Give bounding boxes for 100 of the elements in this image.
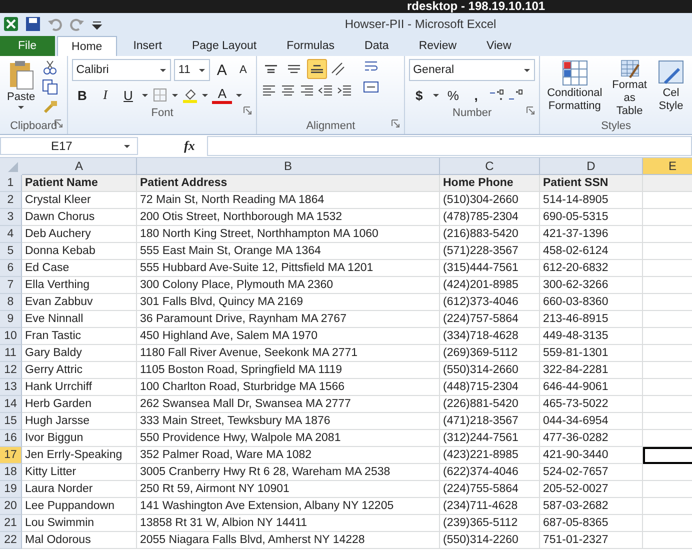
percent-button[interactable]: % [443, 85, 464, 105]
increase-decimal-icon [489, 87, 506, 103]
dialog-launcher-icon[interactable] [243, 106, 252, 115]
style-gallery-icon [657, 59, 685, 87]
dialog-launcher-icon[interactable] [391, 119, 400, 128]
styles-button[interactable]: Format as Table [609, 59, 650, 118]
table-cell: Donna Kebab [22, 243, 137, 260]
table-cell: 352 Palmer Road, Ware MA 1082 [137, 447, 440, 464]
row-header[interactable]: 14 [0, 396, 22, 413]
column-header[interactable]: E [643, 158, 692, 175]
table-cell: Laura Norder [22, 481, 137, 498]
number-format-dropdown[interactable]: General [409, 59, 536, 81]
group-label: Styles [601, 120, 632, 132]
row-header[interactable]: 18 [0, 464, 22, 481]
row-header[interactable]: 11 [0, 345, 22, 362]
row-header[interactable]: 16 [0, 430, 22, 447]
function-label[interactable]: fx [144, 138, 201, 154]
column-header[interactable]: B [137, 158, 440, 175]
ribbon-tab[interactable]: View [472, 36, 526, 56]
row-header[interactable]: 5 [0, 243, 22, 260]
row-header[interactable]: 21 [0, 515, 22, 532]
clipboard-icon [7, 59, 36, 91]
row-header[interactable]: 1 [0, 175, 22, 192]
ribbon-tab[interactable]: Insert [119, 36, 176, 56]
copy-icon [42, 79, 58, 95]
currency-button[interactable]: $ [409, 85, 430, 105]
dialog-launcher-icon[interactable] [526, 106, 536, 115]
table-cell: Gerry Attric [22, 362, 137, 379]
table-cell: (448)715-2304 [440, 379, 540, 396]
caret-icon [159, 67, 168, 73]
font-style-button[interactable]: U [118, 85, 138, 105]
row-header[interactable]: 13 [0, 379, 22, 396]
table-cell: (550)314-2260 [440, 532, 540, 549]
font-color-button[interactable]: A [212, 86, 232, 104]
table-cell: Evan Zabbuv [22, 294, 137, 311]
ribbon-tab[interactable]: Formulas [272, 36, 349, 56]
table-cell: Ella Verthing [22, 277, 137, 294]
table-cell: Kitty Litter [22, 464, 137, 481]
row-header[interactable]: 22 [0, 532, 22, 549]
row-header[interactable]: 4 [0, 226, 22, 243]
styles-button[interactable]: Conditional Formatting [544, 59, 606, 118]
table-cell: (571)228-3567 [440, 243, 540, 260]
table-cell: Fran Tastic [22, 328, 137, 345]
row-header[interactable]: 20 [0, 498, 22, 515]
font-style-button[interactable]: B [72, 85, 92, 105]
row-header[interactable]: 19 [0, 481, 22, 498]
name-box[interactable]: E17 [0, 137, 138, 155]
shrink-font-button[interactable]: A [234, 60, 252, 80]
row-header[interactable]: 6 [0, 260, 22, 277]
table-cell: (622)374-4046 [440, 464, 540, 481]
align-lines-icon [265, 65, 278, 73]
table-cell: 450 Highland Ave, Salem MA 1970 [137, 328, 440, 345]
row-header[interactable]: 15 [0, 413, 22, 430]
column-header[interactable]: D [540, 158, 643, 175]
row-header[interactable]: 8 [0, 294, 22, 311]
table-cell: (269)369-5112 [440, 345, 540, 362]
table-cell: 141 Washington Ave Extension, Albany NY 12205 [137, 498, 440, 515]
comma-button[interactable]: , [466, 85, 486, 105]
grow-font-button[interactable]: A [212, 60, 232, 80]
ribbon-tab[interactable]: Page Layout [178, 36, 271, 56]
table-cell: 449-48-3135 [540, 328, 643, 345]
active-cell[interactable] [643, 447, 692, 464]
row-header[interactable]: 17 [0, 447, 22, 464]
styles-button[interactable]: Cel Style [654, 59, 688, 118]
column-header[interactable]: C [440, 158, 540, 175]
row-header[interactable]: 9 [0, 311, 22, 328]
scissors-icon [42, 59, 58, 75]
table-cell: 044-34-6954 [540, 413, 643, 430]
table-cell: 1180 Fall River Avenue, Seekonk MA 2771 [137, 345, 440, 362]
row-header[interactable]: 12 [0, 362, 22, 379]
font-style-button[interactable]: I [95, 85, 116, 105]
row-header[interactable]: 7 [0, 277, 22, 294]
table-cell: (224)755-5864 [440, 481, 540, 498]
style-gallery-icon [560, 59, 589, 87]
ribbon-tab[interactable]: Home [56, 36, 118, 56]
column-header[interactable]: A [22, 158, 137, 175]
row-header[interactable]: 3 [0, 209, 22, 226]
ribbon-tab[interactable]: Data [350, 36, 403, 56]
paste-button[interactable]: Paste [4, 59, 38, 118]
row-header[interactable]: 2 [0, 192, 22, 209]
table-cell: 180 North King Street, Northhampton MA 1060 [137, 226, 440, 243]
font-name-dropdown[interactable]: Calibri [72, 59, 172, 81]
table-cell: 550 Providence Hwy, Walpole MA 2081 [137, 430, 440, 447]
row-header[interactable]: 10 [0, 328, 22, 345]
text-orientation-icon [330, 61, 346, 77]
table-cell: 687-05-8365 [540, 515, 643, 532]
table-cell: Mal Odorous [22, 532, 137, 549]
formula-input[interactable] [206, 136, 692, 156]
align-button[interactable] [307, 59, 328, 79]
group-label: Number [452, 107, 492, 119]
merge-cells-icon [363, 79, 380, 95]
ribbon-tab[interactable]: Review [404, 36, 471, 56]
caret-icon [17, 104, 26, 110]
table-cell: 100 Charlton Road, Sturbridge MA 1566 [137, 379, 440, 396]
ribbon-tab[interactable]: File [0, 36, 55, 56]
group-label: Font [151, 107, 174, 119]
table-cell: (334)718-4628 [440, 328, 540, 345]
font-size-dropdown[interactable]: 11 [174, 59, 210, 81]
table-cell: 200 Otis Street, Northborough MA 1532 [137, 209, 440, 226]
caret-icon [198, 67, 206, 73]
